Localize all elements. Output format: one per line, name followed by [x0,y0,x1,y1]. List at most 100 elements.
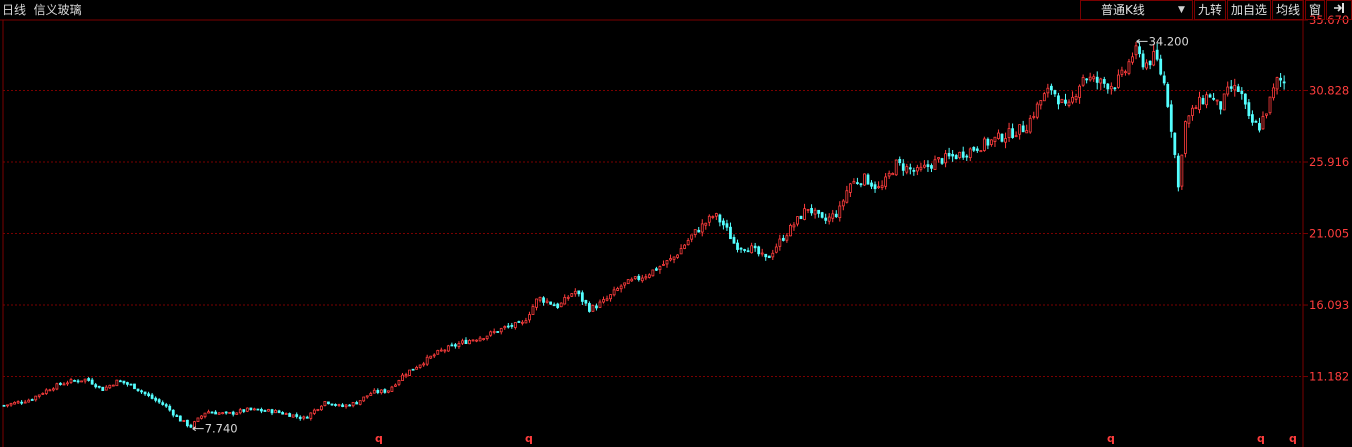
y-tick-label: 16.093 [1309,298,1349,312]
candle [503,325,507,330]
candle [718,213,722,227]
candle [221,412,225,415]
candle [517,320,521,323]
candle [577,290,581,297]
candle [1159,54,1163,76]
candle [1208,93,1212,98]
candle [182,420,186,422]
candle [521,320,524,326]
candle [1127,58,1131,76]
candle [260,407,263,414]
candle [707,214,711,227]
candle [1032,111,1036,120]
candle [616,286,620,292]
candle [422,361,426,367]
candle [44,388,48,396]
candle [309,412,313,421]
candle [1092,74,1096,82]
candle [355,400,359,405]
candle [1247,99,1251,120]
candle [475,339,478,343]
candle [150,392,154,400]
candle [372,388,376,394]
candle [1250,110,1254,126]
candle [700,219,704,237]
candle [669,254,672,262]
candle [1191,104,1194,121]
period-label: 日线 [2,3,27,17]
candle [147,391,150,398]
candle [6,404,9,408]
low-arrow-icon [192,426,204,432]
event-marker[interactable]: q [1107,432,1115,445]
candle [133,383,136,390]
candle [425,354,429,367]
candle [305,415,309,419]
candle [323,401,327,407]
event-marker[interactable]: q [525,432,533,445]
candle [111,384,115,387]
candle [200,415,203,420]
candle [506,323,510,329]
add-favorite-button[interactable]: 加自选 [1226,0,1271,20]
candle [267,408,270,412]
kline-type-select[interactable]: 普通K线 ▼ [1079,0,1193,20]
candle [344,403,348,409]
event-marker[interactable]: q [375,432,383,445]
candle [249,407,253,411]
candle [185,419,189,428]
candle [154,396,158,403]
candle [468,339,471,345]
candle [651,269,655,277]
high-price-label: 34.200 [1149,34,1189,48]
window-button[interactable]: 窗 [1304,0,1325,20]
kline-chart[interactable]: 35.67030.82825.91621.00516.09311.182 34.… [0,0,1352,447]
candle [80,380,83,383]
candle [1201,95,1205,105]
candle [725,219,729,231]
jiuzhuan-button[interactable]: 九转 [1193,0,1226,20]
candle [824,213,828,224]
candle [196,417,200,422]
candle [1240,87,1244,100]
candle [157,398,161,404]
candle [683,243,687,250]
stock-name: 信义玻璃 [33,3,82,17]
candle [231,410,235,417]
candle [605,295,609,302]
candle [436,349,440,355]
candle [288,412,292,417]
candle [947,147,951,160]
price-grid [0,0,1304,447]
candle [471,339,475,342]
candle [1148,60,1152,70]
candle [690,234,694,243]
moving-average-button[interactable]: 均线 [1271,0,1304,20]
candle [48,388,52,392]
candle [704,222,708,230]
candle [880,180,884,191]
candle [972,146,976,152]
candle [1116,69,1120,89]
candle [535,298,538,311]
event-marker[interactable]: q [1257,432,1265,445]
exit-icon[interactable] [1326,0,1352,20]
candle [1081,74,1085,87]
candle [831,209,835,223]
candle [94,382,98,389]
candle [210,411,214,414]
candle [122,380,126,385]
candle [464,337,468,345]
y-tick-label: 30.828 [1309,84,1349,98]
candle [126,381,129,387]
candle [686,238,690,246]
event-marker[interactable]: q [1289,432,1297,445]
candle [633,276,637,280]
candle [820,211,824,219]
candle [178,415,182,422]
chart-title: 日线 信义玻璃 [2,0,82,20]
candle [432,353,436,358]
candle [930,163,933,173]
candle [982,136,986,152]
candle [337,403,341,407]
